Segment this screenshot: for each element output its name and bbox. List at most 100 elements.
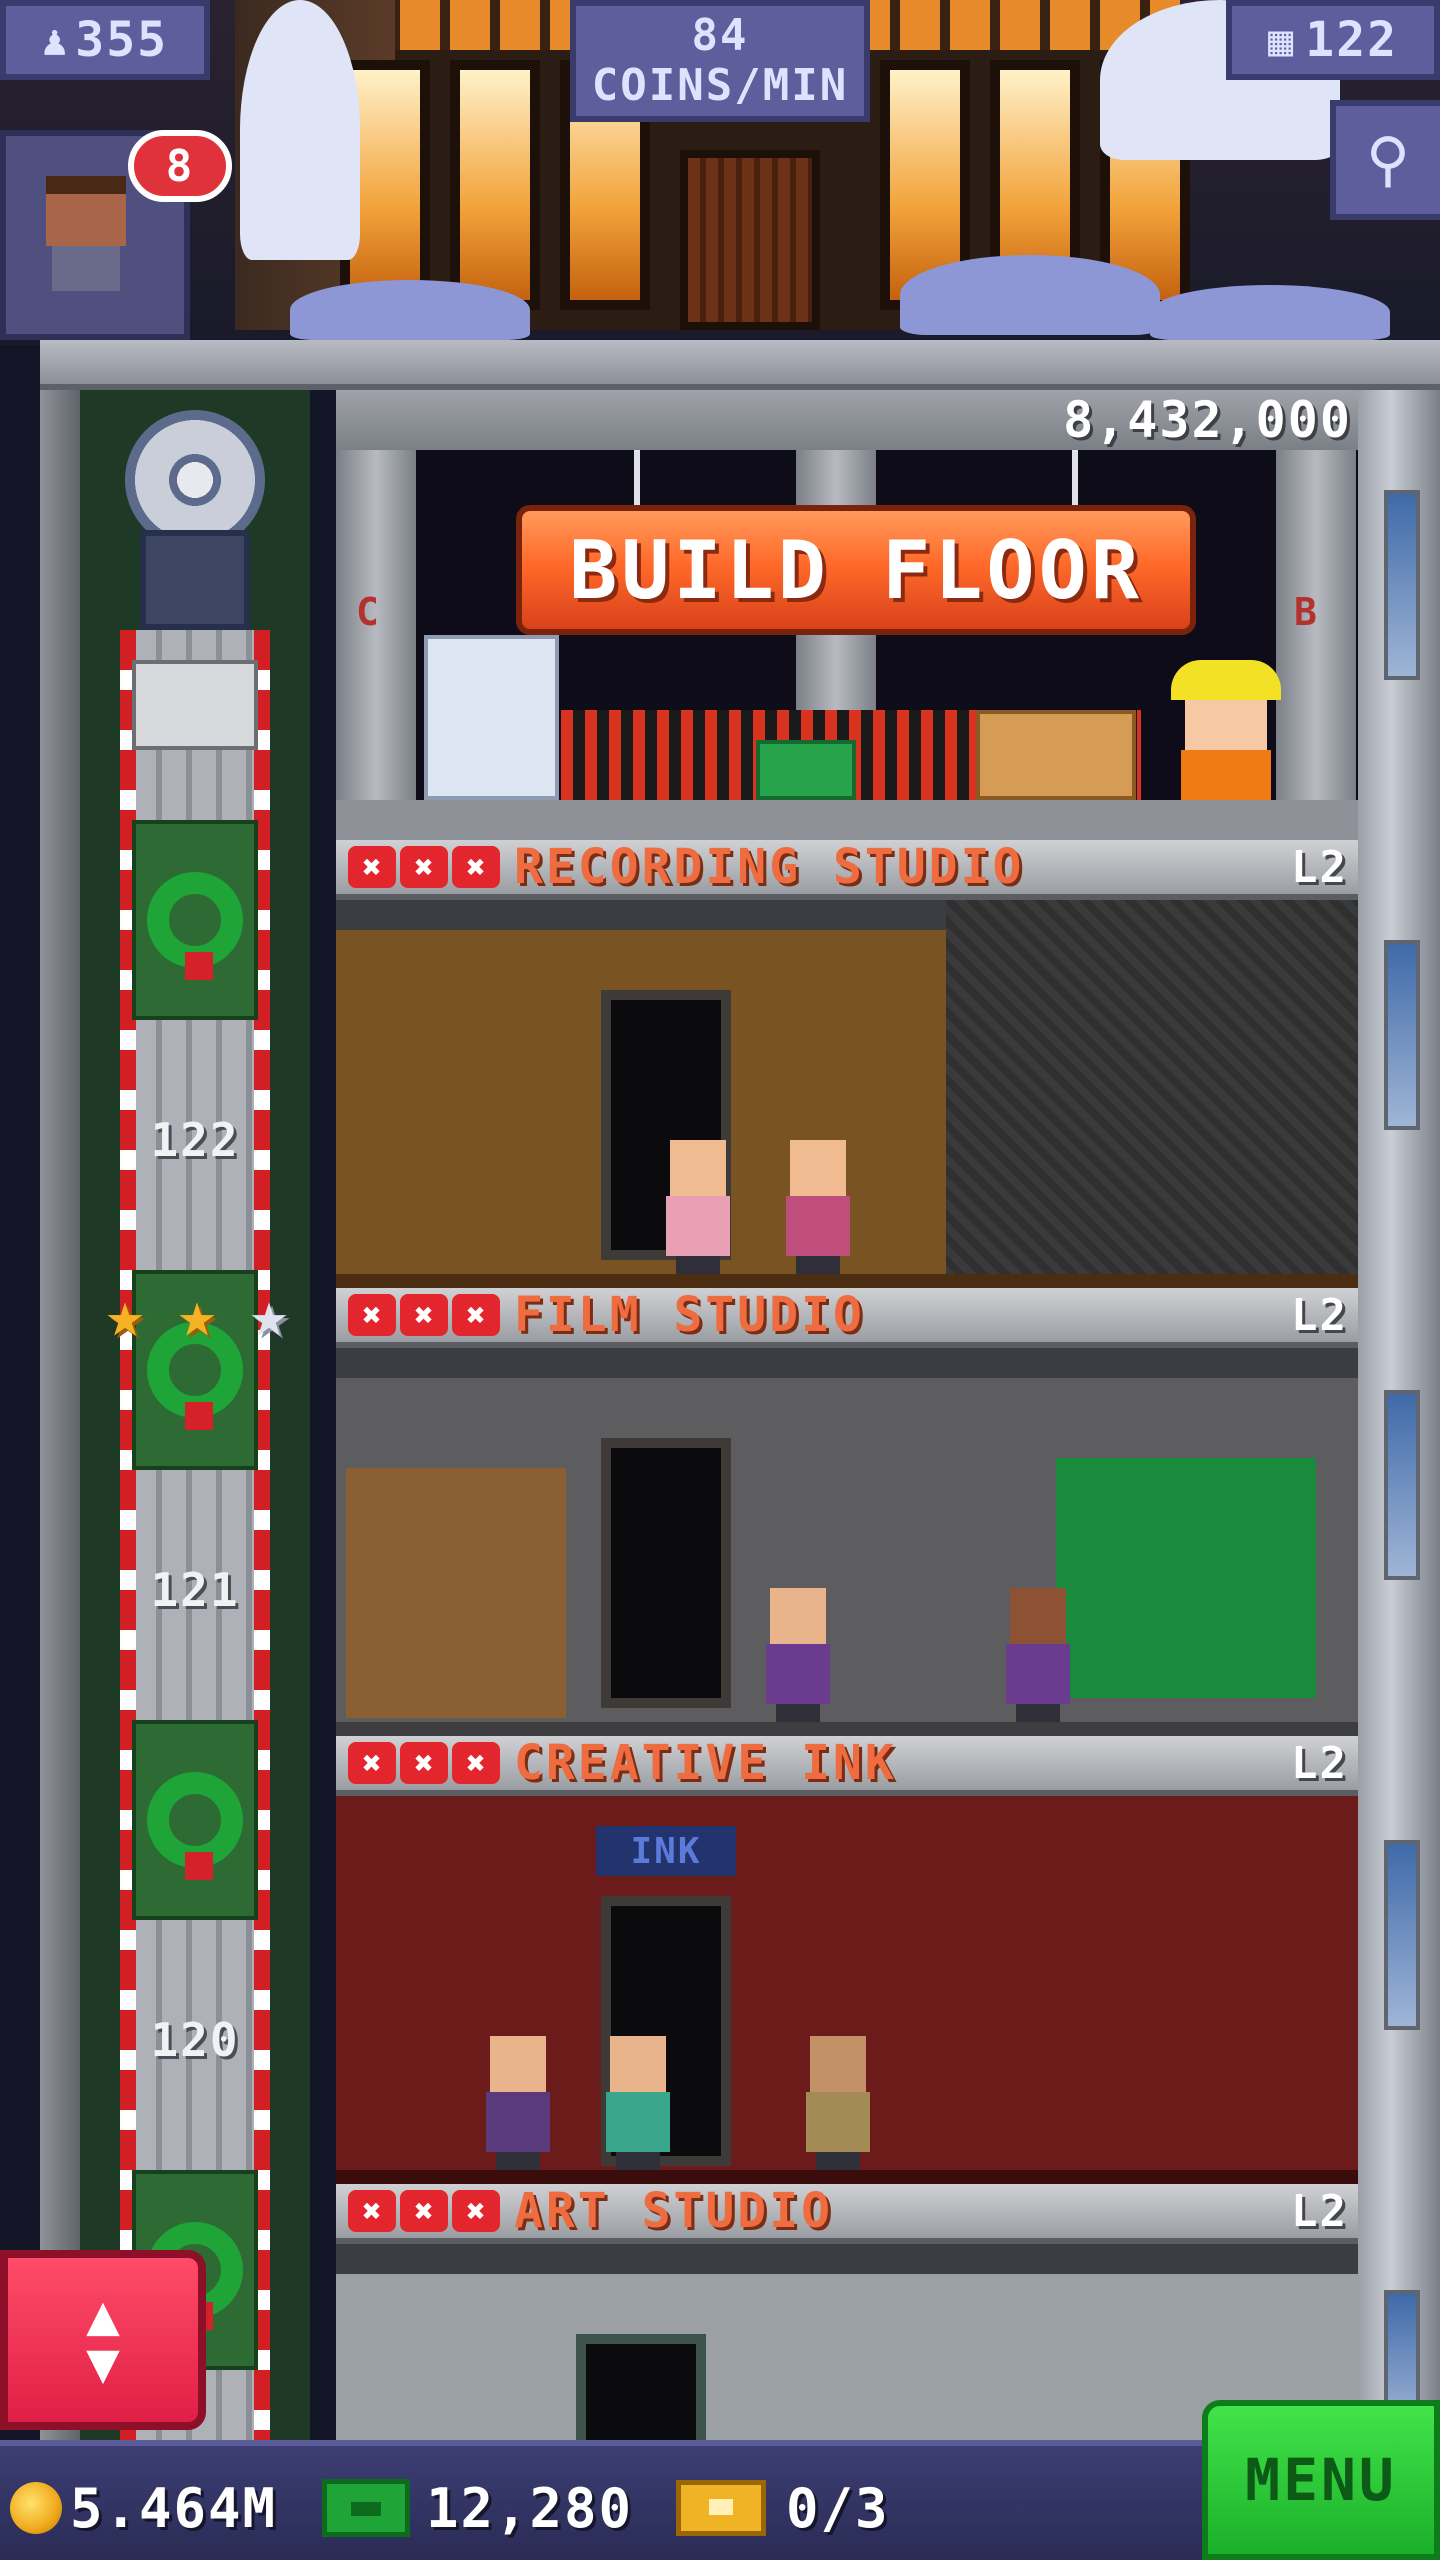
- x-mark-icon: ✖: [348, 846, 396, 888]
- pillar-letter: B: [1294, 590, 1319, 634]
- x-mark-icon: ✖: [348, 1742, 396, 1784]
- floor-header: ✖ ✖ ✖ RECORDING STUDIO L2: [336, 839, 1358, 900]
- wood-panel: [346, 1468, 566, 1718]
- silver-star-icon: ★: [249, 1278, 289, 1352]
- side-window: [1384, 490, 1420, 680]
- ticket-icon: [676, 2480, 766, 2536]
- motor-wheel-icon: [125, 410, 265, 550]
- menu-button[interactable]: MENU: [1202, 2400, 1440, 2560]
- wreath-tile: [132, 820, 258, 1020]
- snow-mound: [1150, 285, 1390, 340]
- floor-header: ✖ ✖ ✖ ART STUDIO L2: [336, 2183, 1358, 2244]
- lobby-door: [680, 150, 820, 330]
- x-mark-icon: ✖: [348, 1294, 396, 1336]
- wooden-crate: [976, 710, 1136, 800]
- tickets-display[interactable]: 0/3: [676, 2468, 890, 2548]
- side-window: [1384, 1840, 1420, 2030]
- gold-star-icon: ★: [177, 1278, 217, 1352]
- tower-left-wall: [40, 390, 80, 2440]
- snow-mound: [900, 255, 1160, 335]
- elevator-stars: ★ ★ ★: [92, 1282, 312, 1352]
- elevator-shaft[interactable]: 122 121 120: [80, 390, 310, 2440]
- x-mark-icon: ✖: [400, 1742, 448, 1784]
- x-mark-icon: ✖: [452, 1294, 500, 1336]
- search-button[interactable]: ⚲: [1330, 100, 1440, 220]
- bitizen[interactable]: [806, 2036, 870, 2176]
- bitizen[interactable]: [606, 2036, 670, 2176]
- x-mark-icon: ✖: [348, 2190, 396, 2232]
- x-mark-icon: ✖: [400, 846, 448, 888]
- construction-worker: [1171, 660, 1281, 800]
- stock-marks: ✖ ✖ ✖: [348, 1294, 500, 1336]
- elevator-control-button[interactable]: ▲ ▼: [0, 2250, 206, 2430]
- floor-header: ✖ ✖ ✖ CREATIVE INK L2: [336, 1735, 1358, 1796]
- toolbox: [756, 740, 856, 800]
- coins-per-min-value: 84: [691, 10, 749, 61]
- elevator-car[interactable]: [132, 660, 258, 750]
- floor-marker: 122: [132, 820, 258, 1260]
- tickets-value: 0/3: [786, 2476, 890, 2540]
- bitizen[interactable]: [766, 1588, 830, 1728]
- floor-creative-ink[interactable]: ✖ ✖ ✖ CREATIVE INK L2 INK: [336, 1735, 1358, 2184]
- x-mark-icon: ✖: [452, 846, 500, 888]
- coins-per-min-display: 84 COINS/MIN: [570, 0, 870, 122]
- snow-pile: [240, 0, 360, 260]
- coins-value: 5.464M: [70, 2476, 278, 2540]
- population-value: 355: [75, 12, 168, 68]
- floor-level: L2: [1291, 1289, 1348, 1341]
- x-mark-icon: ✖: [452, 1742, 500, 1784]
- room-door: [601, 1438, 731, 1708]
- building-icon: ▦: [1268, 15, 1296, 65]
- ink-sign: INK: [596, 1826, 736, 1876]
- motor-base: [140, 530, 250, 630]
- bitizen[interactable]: [786, 1140, 850, 1280]
- stock-marks: ✖ ✖ ✖: [348, 2190, 500, 2232]
- floor-counter[interactable]: ▦ 122: [1226, 0, 1440, 80]
- floor-count-value: 122: [1305, 12, 1398, 68]
- lobby-window: [450, 60, 540, 310]
- side-window: [1384, 940, 1420, 1130]
- magnifier-icon: ⚲: [1366, 125, 1410, 195]
- sign-hook: [634, 450, 640, 506]
- wreath-tile: [132, 1720, 258, 1920]
- bitizen[interactable]: [666, 1140, 730, 1280]
- stage-area: [946, 900, 1358, 1288]
- coins-per-min-label: COINS/MIN: [591, 60, 849, 111]
- snow-mound: [290, 280, 530, 340]
- build-floor-cost: 8,432,000: [1063, 391, 1352, 449]
- person-icon: ♟: [42, 15, 70, 65]
- bux-value: 12,280: [426, 2476, 634, 2540]
- coins-display[interactable]: 5.464M: [10, 2468, 277, 2548]
- floor-level: L2: [1291, 2185, 1348, 2237]
- side-window: [1384, 1390, 1420, 1580]
- bux-display[interactable]: 12,280: [322, 2468, 633, 2548]
- room-interior: INK: [336, 1796, 1358, 2184]
- floor-marker: 120: [132, 1720, 258, 2160]
- build-floor-slot: 8,432,000 C B BUILD FLOOR: [336, 390, 1358, 840]
- floor-name: ART STUDIO: [514, 2183, 833, 2239]
- floor-header: ✖ ✖ ✖ FILM STUDIO L2: [336, 1287, 1358, 1348]
- room-interior: [336, 1348, 1358, 1736]
- population-counter[interactable]: ♟ 355: [0, 0, 210, 80]
- gold-star-icon: ★: [105, 1278, 145, 1352]
- floor-name: CREATIVE INK: [514, 1735, 897, 1791]
- room-interior: [336, 900, 1358, 1288]
- floor-name: RECORDING STUDIO: [514, 839, 1025, 895]
- elevator-floor-number: 121: [150, 1563, 240, 1617]
- bitizen[interactable]: [1006, 1588, 1070, 1728]
- wreath-icon: [147, 1772, 243, 1880]
- bitizen[interactable]: [486, 2036, 550, 2176]
- tower-roof-ledge: [40, 340, 1440, 390]
- floor-recording-studio[interactable]: ✖ ✖ ✖ RECORDING STUDIO L2: [336, 839, 1358, 1288]
- floor-name: FILM STUDIO: [514, 1287, 865, 1343]
- wrapped-crate: [424, 635, 559, 800]
- build-floor-button[interactable]: BUILD FLOOR: [516, 505, 1196, 635]
- down-arrow-icon: ▼: [86, 2331, 120, 2396]
- notification-badge: 8: [128, 130, 232, 202]
- floor-film-studio[interactable]: ✖ ✖ ✖ FILM STUDIO L2: [336, 1287, 1358, 1736]
- bux-icon: [322, 2479, 410, 2537]
- x-mark-icon: ✖: [400, 2190, 448, 2232]
- coin-icon: [10, 2482, 62, 2534]
- tower-floors: ✖ ✖ ✖ RECORDING STUDIO L2 ✖ ✖ ✖ FILM STU…: [336, 839, 1358, 2560]
- elevator-floor-number: 122: [150, 1113, 240, 1167]
